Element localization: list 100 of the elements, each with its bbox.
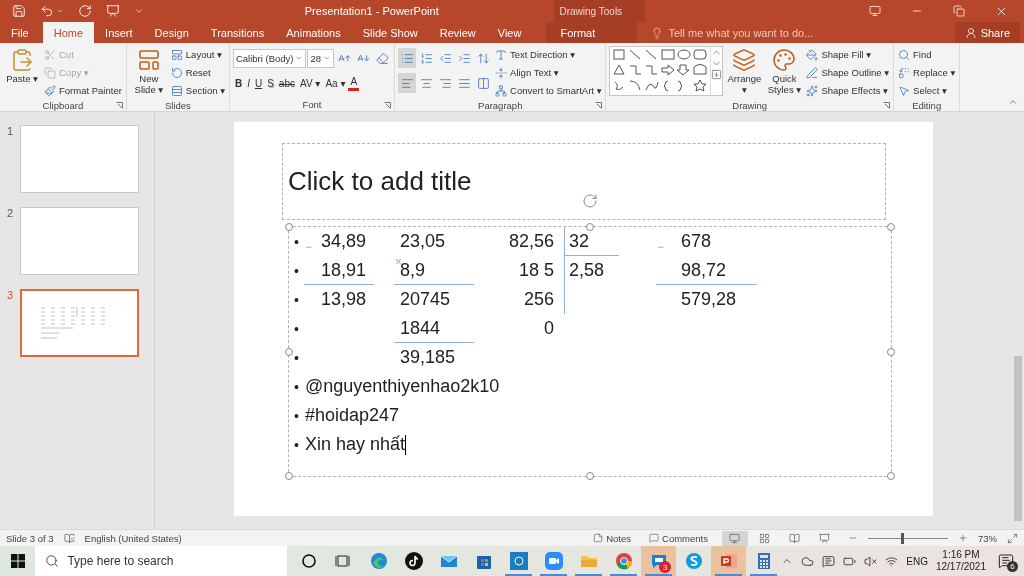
replace-icon xyxy=(898,66,911,79)
dialog-launcher-icon[interactable] xyxy=(595,102,603,109)
view-icon xyxy=(789,532,801,544)
ribbon-button[interactable]: Reset xyxy=(169,64,226,81)
align-left-button[interactable] xyxy=(398,73,417,93)
math-number: 18 5 xyxy=(518,259,554,281)
ribbon-button[interactable]: Arrange ▾ xyxy=(725,46,764,97)
ribbon-button[interactable]: Format Painter xyxy=(43,82,123,99)
ribbon-tab[interactable]: Animations xyxy=(275,22,352,43)
paint-bucket-icon xyxy=(806,48,819,61)
resize-handle[interactable] xyxy=(586,223,594,231)
format-button[interactable]: U xyxy=(252,73,265,93)
notification-button[interactable]: 6 xyxy=(994,553,1018,569)
fit-slide-icon xyxy=(1007,532,1018,544)
resize-handle[interactable] xyxy=(285,347,293,356)
ribbon-tab[interactable]: Slide Show xyxy=(351,22,429,43)
ribbon-button[interactable]: Replace ▾ xyxy=(897,64,957,81)
eraser-icon xyxy=(375,51,389,65)
bullet: • xyxy=(294,348,300,368)
rotate-handle[interactable] xyxy=(582,193,598,209)
math-number: 98,72 xyxy=(681,259,727,281)
resize-handle[interactable] xyxy=(586,472,594,480)
dropdown-field[interactable]: 28 xyxy=(307,48,335,68)
ribbon-button[interactable]: Shape Fill ▾ xyxy=(805,46,891,63)
clock[interactable]: 1:16 PM 12/17/2021 xyxy=(935,549,986,573)
ribbon-button[interactable]: Shape Effects ▾ xyxy=(805,82,891,99)
math-number: 18,91 xyxy=(320,259,366,281)
format-button[interactable]: S xyxy=(265,73,276,93)
ribbon-button[interactable]: Find xyxy=(897,46,957,63)
comment-icon xyxy=(649,533,660,543)
dropdown-field[interactable]: Calibri (Body) xyxy=(232,48,307,68)
justify-icon xyxy=(457,76,471,90)
ribbon-tab[interactable]: Design xyxy=(143,22,200,43)
collapse-ribbon-icon[interactable] xyxy=(1008,97,1018,107)
zoom-slider-thumb[interactable] xyxy=(900,532,904,544)
dialog-launcher-icon[interactable] xyxy=(883,102,891,109)
expand-icon[interactable] xyxy=(711,69,723,80)
format-button[interactable]: I xyxy=(245,73,252,93)
operator-sign: − xyxy=(305,241,312,253)
ribbon-button[interactable]: Select ▾ xyxy=(897,82,957,99)
group-label: Clipboard xyxy=(42,99,84,111)
search-icon xyxy=(898,48,911,61)
ribbon-button[interactable]: New Slide ▾ xyxy=(129,46,168,97)
ribbon-button[interactable]: Layout ▾ xyxy=(169,46,226,63)
ribbon-tab[interactable]: Transitions xyxy=(199,22,276,43)
resize-handle[interactable] xyxy=(285,223,293,231)
resize-handle[interactable] xyxy=(887,223,895,231)
ribbon-tab[interactable]: Review xyxy=(428,22,487,43)
notes-button[interactable]: Notes xyxy=(589,532,636,544)
slide-number: 3 xyxy=(7,289,15,303)
shape-gallery[interactable] xyxy=(609,46,724,96)
bullet: • xyxy=(294,290,300,310)
slide-thumbnail[interactable] xyxy=(20,125,139,193)
ribbon-button[interactable]: Shape Outline ▾ xyxy=(805,64,891,81)
ribbon-button[interactable]: Align Text ▾ xyxy=(494,64,603,81)
ribbon-tab[interactable]: Insert xyxy=(94,22,144,43)
ribbon-tab[interactable]: Home xyxy=(42,22,95,43)
format-button[interactable]: AV ▾ xyxy=(298,73,323,93)
ribbon-button[interactable]: Convert to SmartArt ▾ xyxy=(494,82,603,99)
video-camera-icon xyxy=(543,551,564,571)
taskbar-app[interactable]: 3 xyxy=(641,546,677,576)
dialog-launcher-icon[interactable] xyxy=(384,102,392,109)
reset-icon xyxy=(170,66,183,79)
format-button[interactable]: A xyxy=(348,75,360,91)
format-button[interactable]: Aa ▾ xyxy=(323,73,348,93)
format-button[interactable]: abc xyxy=(276,73,297,93)
layout-icon xyxy=(170,48,183,61)
bullet-text: #hoidap247 xyxy=(304,405,399,426)
search-field[interactable]: Type here to search xyxy=(35,546,288,576)
share-button[interactable]: Share xyxy=(954,22,1020,43)
ribbon-tab[interactable]: View xyxy=(486,22,533,43)
tray-app-icon xyxy=(822,554,836,568)
bullet-list-button[interactable] xyxy=(398,48,417,68)
lightbulb-icon xyxy=(651,26,664,39)
format-button[interactable]: B xyxy=(232,73,245,93)
resize-handle[interactable] xyxy=(887,347,895,356)
ribbon-button[interactable]: Quick Styles ▾ xyxy=(765,46,804,97)
ribbon-button[interactable]: Section ▾ xyxy=(169,82,226,99)
title-placeholder[interactable]: Click to add title xyxy=(282,143,886,220)
notification-icon xyxy=(998,553,1014,569)
view-button[interactable] xyxy=(722,530,748,546)
numbered-list-icon xyxy=(419,51,433,65)
comments-button[interactable]: Comments xyxy=(645,532,712,544)
operator-sign: − xyxy=(657,241,664,253)
ribbon-button[interactable]: Paste ▾ xyxy=(3,46,41,86)
resize-handle[interactable] xyxy=(285,472,293,480)
resize-handle[interactable] xyxy=(887,472,895,480)
input-language[interactable]: ENG xyxy=(906,555,928,567)
dialog-launcher-icon[interactable] xyxy=(115,102,123,109)
clipboard-icon xyxy=(10,48,34,72)
ribbon-button[interactable]: Text Direction ▾ xyxy=(494,46,603,63)
undo-icon xyxy=(40,4,54,18)
slide-thumbnail[interactable] xyxy=(20,207,139,275)
slide-thumbnail[interactable] xyxy=(20,289,139,357)
diagram-icon xyxy=(495,84,508,97)
tell-me-field[interactable]: Tell me what you want to do... xyxy=(637,22,955,43)
ribbon-tab[interactable]: File xyxy=(0,22,43,43)
math-number: 23,05 xyxy=(400,230,446,252)
ribbon-tab[interactable]: Format xyxy=(546,22,638,43)
group-label: Slides xyxy=(164,99,191,111)
